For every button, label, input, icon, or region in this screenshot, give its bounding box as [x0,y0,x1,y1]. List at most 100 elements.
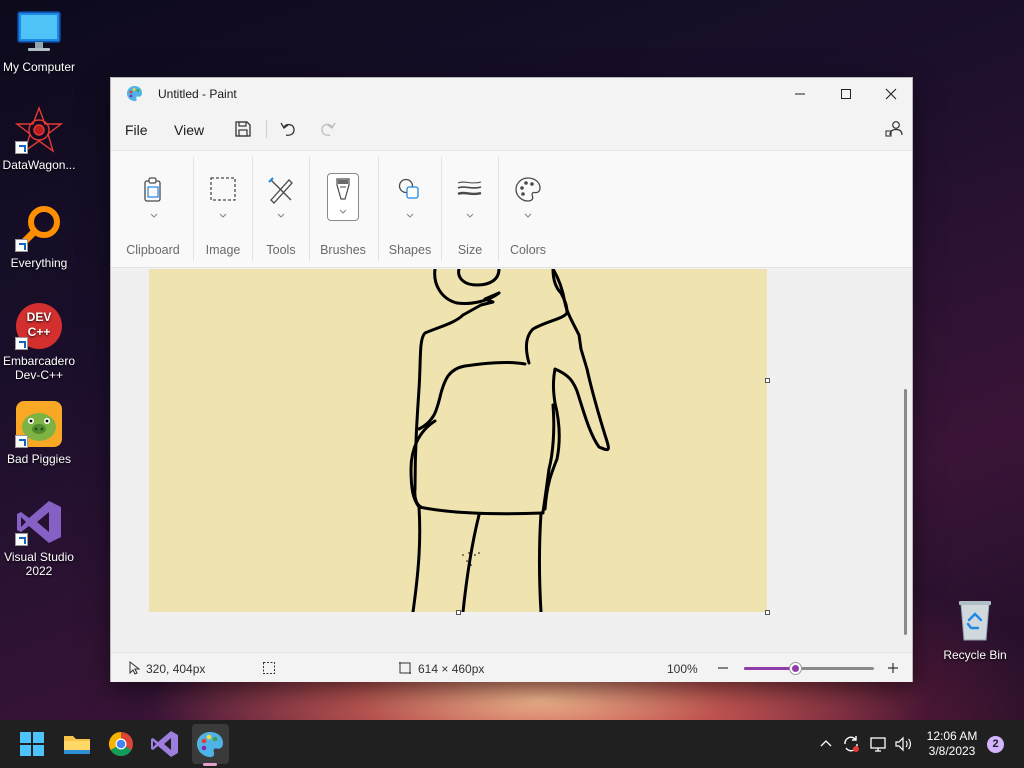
shortcut-arrow-icon [15,533,28,546]
shortcut-arrow-icon [15,337,28,350]
desktop-icon-recycle-bin[interactable]: Recycle Bin [936,596,1014,662]
tools-icon [264,173,298,207]
shortcut-arrow-icon [15,141,28,154]
clock-date: 3/8/2023 [928,744,976,758]
ribbon-separator [498,157,499,261]
minimize-icon [795,93,805,95]
menu-file[interactable]: File [125,122,148,138]
zoom-level[interactable]: 100% [667,662,698,676]
undo-icon [280,122,295,136]
ribbon-group-image[interactable]: Image [197,151,249,269]
menu-view[interactable]: View [174,122,204,138]
volume-icon[interactable] [893,734,913,754]
desktop-icon-bad-piggies[interactable]: Bad Piggies [0,400,78,466]
ribbon-separator [193,157,194,261]
resize-handle-bottom[interactable] [456,610,461,615]
redo-button[interactable] [317,118,339,140]
paint-app-icon [126,85,143,102]
ribbon-separator [378,157,379,261]
shapes-icon [393,173,427,207]
desktop-icon-datawagon[interactable]: DataWagon... [0,106,78,172]
devcpp-icon: DEV C++ [15,302,63,350]
visual-studio-icon [151,731,178,757]
ribbon-label-colors: Colors [509,243,547,257]
desktop-icon-visual-studio[interactable]: Visual Studio 2022 [0,498,78,578]
start-button[interactable] [16,728,48,760]
cursor-icon [129,661,140,675]
ribbon-group-tools[interactable]: Tools [255,151,307,269]
desktop-icon-everything[interactable]: Everything [0,204,78,270]
shortcut-arrow-icon [15,239,28,252]
clock[interactable]: 12:06 AM 3/8/2023 [920,729,984,759]
zoom-slider-fill [744,667,796,670]
chevron-down-icon [405,209,415,218]
bad-piggies-icon [15,400,63,448]
brushes-button[interactable] [327,173,359,221]
freehand-drawing [409,269,610,612]
canvas-size: 614 × 460px [418,662,485,676]
menu-bar: File View [111,114,912,144]
ribbon-label-size: Size [457,243,483,257]
vertical-scrollbar[interactable] [904,389,907,635]
clock-time: 12:06 AM [926,729,978,743]
taskbar-paint[interactable] [194,728,226,760]
ribbon: Clipboard Image Tools Brushes Shapes Siz… [111,150,912,268]
taskbar: 12:06 AM 3/8/2023 [0,720,1024,768]
canvas-workspace [111,269,912,652]
close-icon [885,88,897,100]
undo-button[interactable] [277,118,299,140]
minimize-button[interactable] [777,78,823,110]
ribbon-label-brushes: Brushes [320,243,366,257]
desktop-icon-label: Everything [10,256,68,270]
ribbon-group-size[interactable]: Size [443,151,497,269]
paint-window: Untitled - Paint File View Clipboard Ima… [110,77,913,682]
taskbar-file-explorer[interactable] [61,728,93,760]
save-icon [235,121,251,137]
ribbon-group-colors[interactable]: Colors [500,151,556,269]
resize-handle-corner[interactable] [765,610,770,615]
maximize-button[interactable] [823,78,869,110]
desktop-icon-my-computer[interactable]: My Computer [0,8,78,74]
close-button[interactable] [868,78,914,110]
zoom-slider-thumb[interactable] [790,663,801,674]
sync-icon[interactable] [841,734,861,754]
ribbon-group-shapes[interactable]: Shapes [380,151,440,269]
zoom-in-button[interactable] [885,660,901,676]
chevron-down-icon [276,209,286,218]
desktop-icon-label: DataWagon... [2,158,76,172]
ribbon-label-clipboard: Clipboard [126,243,180,257]
resize-handle-right[interactable] [765,378,770,383]
visual-studio-icon [15,498,63,546]
ribbon-label-shapes: Shapes [388,243,432,257]
ribbon-group-clipboard[interactable]: Clipboard [119,151,187,269]
monitor-icon [15,8,63,56]
selection-icon [206,173,240,207]
notification-badge[interactable]: 2 [987,736,1004,753]
devcpp-logo-text: DEV C++ [26,310,52,339]
size-icon [453,173,487,207]
ribbon-label-tools: Tools [266,243,296,257]
cursor-position: 320, 404px [146,662,206,676]
ribbon-group-brushes[interactable]: Brushes [310,151,376,269]
desktop-icon-devcpp[interactable]: DEV C++ Embarcadero Dev-C++ [0,302,78,382]
chevron-up-icon[interactable] [819,737,833,751]
status-bar: 320, 404px 614 × 460px 100% [111,652,912,682]
chevron-down-icon [523,209,533,218]
taskbar-chrome[interactable] [105,728,137,760]
zoom-out-button[interactable] [715,660,731,676]
chevron-down-icon [149,209,159,218]
account-button[interactable] [883,118,905,140]
minus-icon [718,667,728,669]
plus-icon [888,663,898,673]
desktop-icon-label: Bad Piggies [6,452,72,466]
desktop-icon-label: Recycle Bin [943,648,1007,662]
file-explorer-icon [64,736,90,754]
save-button[interactable] [232,118,254,140]
start-icon [20,732,44,756]
active-app-indicator [203,763,217,766]
drawing-canvas[interactable] [149,269,767,612]
zoom-slider[interactable] [744,663,874,674]
taskbar-visual-studio[interactable] [149,728,181,760]
network-icon[interactable] [869,734,889,754]
title-bar[interactable]: Untitled - Paint [111,78,912,110]
